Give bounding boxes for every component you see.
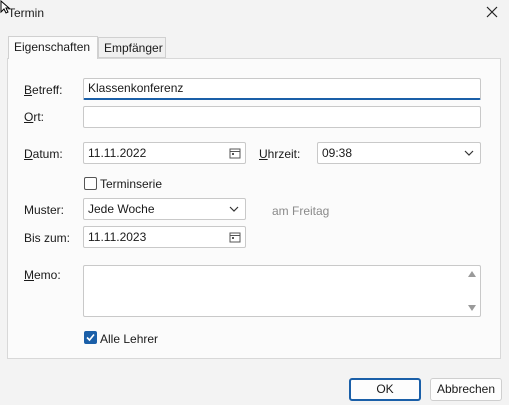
pattern-value: Jede Woche (88, 202, 155, 216)
tab-label: Empfänger (104, 41, 163, 55)
tab-label: Eigenschaften (14, 40, 91, 54)
close-icon[interactable] (484, 4, 500, 20)
checkmark-icon (86, 333, 95, 342)
until-value: 11.11.2023 (88, 230, 147, 244)
date-label: Datum: (24, 147, 63, 161)
time-value: 09:38 (322, 146, 353, 160)
date-value: 11.11.2022 (88, 146, 147, 160)
memo-scrollbar[interactable] (464, 266, 480, 316)
tab-empfaenger[interactable]: Empfänger (98, 37, 166, 58)
ok-button[interactable]: OK (349, 378, 421, 401)
until-label: Bis zum: (24, 231, 71, 245)
tab-eigenschaften[interactable]: Eigenschaften (8, 36, 98, 59)
pattern-label: Muster: (24, 203, 65, 217)
series-label: Terminserie (100, 177, 163, 191)
all-teachers-label: Alle Lehrer (100, 332, 159, 346)
pattern-hint: am Freitag (272, 204, 330, 218)
subject-value: Klassenkonferenz (88, 81, 184, 95)
date-input[interactable]: 11.11.2022 (83, 142, 246, 164)
scroll-down-icon[interactable] (467, 304, 477, 312)
chevron-down-icon (229, 206, 239, 212)
memo-label: Memo: (24, 268, 61, 282)
scroll-up-icon[interactable] (467, 270, 477, 278)
chevron-down-icon (464, 150, 474, 156)
calendar-icon[interactable] (229, 231, 241, 243)
until-input[interactable]: 11.11.2023 (83, 226, 246, 248)
cancel-button[interactable]: Abbrechen (430, 378, 502, 401)
subject-label: Betreff: (24, 83, 63, 97)
window-title: Termin (8, 6, 45, 20)
location-label: Ort: (24, 110, 45, 124)
memo-textarea[interactable] (83, 265, 481, 317)
subject-input[interactable]: Klassenkonferenz (83, 78, 481, 100)
pattern-select[interactable]: Jede Woche (83, 198, 246, 220)
time-select[interactable]: 09:38 (317, 142, 481, 164)
time-label: Uhrzeit: (259, 147, 301, 161)
all-teachers-checkbox[interactable] (84, 331, 97, 344)
series-checkbox[interactable] (84, 177, 97, 190)
location-input[interactable] (83, 106, 481, 128)
calendar-icon[interactable] (229, 147, 241, 159)
